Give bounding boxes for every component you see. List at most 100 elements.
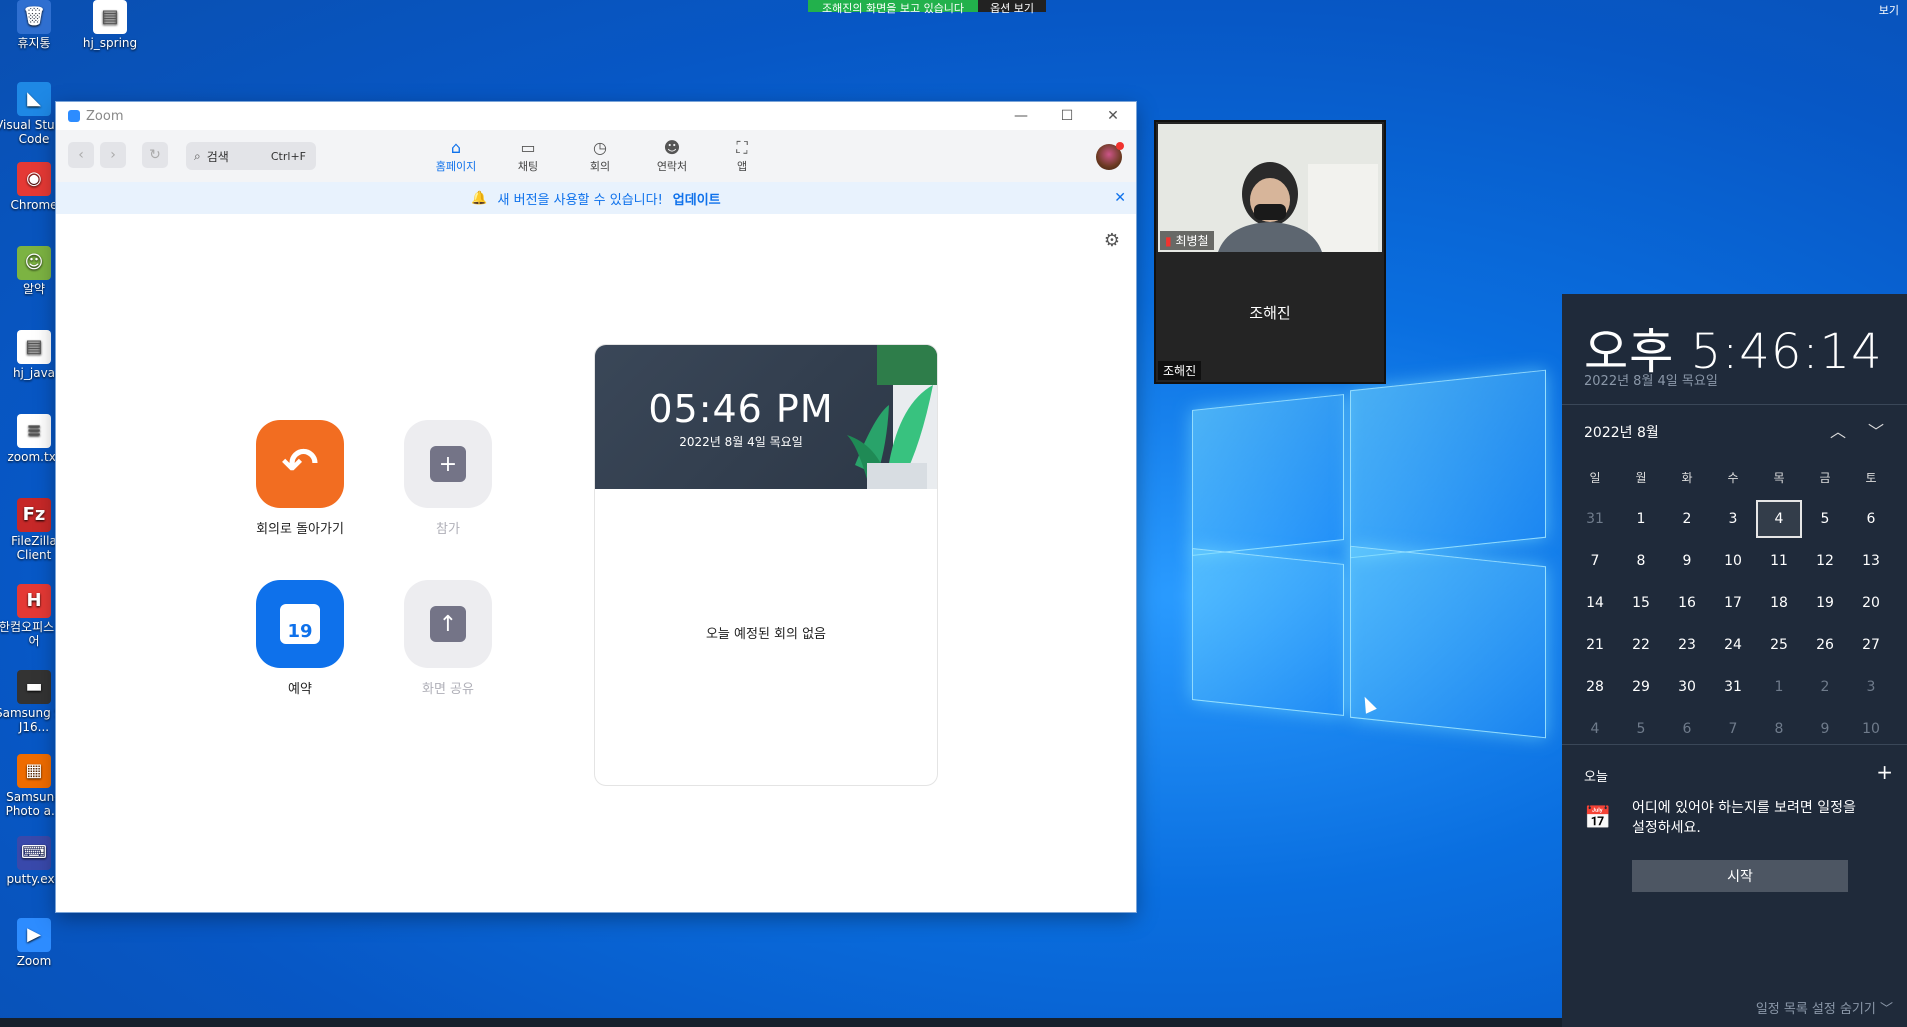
screen-share-banner: 조해진의 화면을 보고 있습니다 옵션 보기	[808, 0, 1047, 15]
weekday-label: 목	[1773, 470, 1785, 485]
calendar-week: 7 8 9 10 11 12 13	[1572, 540, 1897, 582]
calendar-day[interactable]: 20	[1848, 595, 1894, 611]
calendar-day[interactable]: 24	[1710, 637, 1756, 653]
tab-home[interactable]: ⌂ 홈페이지	[426, 138, 486, 174]
desktop-icon-image: H	[17, 584, 51, 618]
tab-clock[interactable]: ◷ 회의	[570, 138, 630, 174]
calendar-day[interactable]: 21	[1572, 637, 1618, 653]
windows-logo-pane	[1350, 545, 1546, 739]
desktop-icon-label: 휴지통	[17, 36, 51, 50]
zoom-logo-icon	[68, 110, 80, 122]
calendar-day[interactable]: 25	[1756, 637, 1802, 653]
start-button[interactable]: 시작	[1632, 860, 1848, 892]
calendar-day[interactable]: 6	[1848, 511, 1894, 527]
desktop-icon-image: ⌨	[17, 836, 51, 870]
bell-icon: 🔔	[471, 190, 488, 206]
return-to-meeting-icon: ↶	[281, 438, 319, 490]
tab-contacts[interactable]: ☻ 연락처	[642, 138, 702, 174]
desktop-icon-label: Zoom	[16, 954, 52, 968]
hide-agenda-button[interactable]: 일정 목록 설정 숨기기 ﹀	[1756, 998, 1893, 1017]
schedule-icon: 19	[280, 604, 320, 644]
tab-label: 연락처	[656, 160, 688, 173]
maximize-button[interactable]: ☐	[1044, 102, 1090, 130]
calendar-day[interactable]: 6	[1664, 721, 1710, 737]
calendar-day[interactable]: 15	[1618, 595, 1664, 611]
calendar-day[interactable]: 4	[1572, 721, 1618, 737]
tab-apps[interactable]: ⛶ 앱	[712, 138, 772, 174]
forward-icon[interactable]: ›	[100, 142, 126, 168]
calendar-day[interactable]: 23	[1664, 637, 1710, 653]
update-link[interactable]: 업데이트	[673, 189, 721, 208]
chat-icon: ▭	[520, 138, 536, 157]
desktop-icon-image: ☺	[17, 246, 51, 280]
month-title[interactable]: 2022년 8월	[1584, 422, 1659, 442]
history-icon[interactable]: ↻	[142, 142, 168, 168]
calendar-day[interactable]: 5	[1618, 721, 1664, 737]
calendar-day[interactable]: 26	[1802, 637, 1848, 653]
search-icon: ⌕	[194, 148, 201, 163]
avatar[interactable]	[1096, 142, 1124, 170]
calendar-day[interactable]: 9	[1802, 721, 1848, 737]
calendar-day[interactable]: 28	[1572, 679, 1618, 695]
calendar-day[interactable]: 14	[1572, 595, 1618, 611]
calendar-day[interactable]: 17	[1710, 595, 1756, 611]
close-icon[interactable]: ✕	[1114, 190, 1126, 206]
calendar-day[interactable]: 5	[1802, 511, 1848, 527]
windows-logo-pane	[1192, 548, 1344, 716]
notification-dot	[1116, 142, 1124, 150]
desktop-icon[interactable]: ▶ Zoom	[0, 918, 74, 968]
calendar-day[interactable]: 18	[1756, 595, 1802, 611]
view-options-button[interactable]: 옵션 보기	[978, 0, 1047, 15]
calendar-day[interactable]: 8	[1756, 721, 1802, 737]
join-button[interactable]: +	[404, 420, 492, 508]
calendar-day[interactable]: 2	[1664, 511, 1710, 527]
calendar-day[interactable]: 19	[1802, 595, 1848, 611]
meeting-card: 05:46 PM 2022년 8월 4일 목요일 오늘 예정된 회의 없음	[594, 344, 938, 786]
calendar-day[interactable]: 2	[1802, 679, 1848, 695]
calendar-day[interactable]: 3	[1848, 679, 1894, 695]
video-panel[interactable]: ▮ 최병철 조해진 조해진	[1154, 120, 1386, 384]
chevron-down-icon[interactable]: ﹀	[1868, 418, 1884, 442]
calendar-day[interactable]: 8	[1618, 553, 1664, 569]
calendar-day[interactable]: 29	[1618, 679, 1664, 695]
calendar-day[interactable]: 22	[1618, 637, 1664, 653]
search-label: 검색	[206, 149, 229, 164]
share-screen-button[interactable]: ↑	[404, 580, 492, 668]
search-input[interactable]: ⌕ 검색 Ctrl+F	[186, 142, 316, 170]
calendar-day[interactable]: 13	[1848, 553, 1894, 569]
add-event-icon[interactable]: +	[1876, 760, 1893, 784]
calendar-day[interactable]: 27	[1848, 637, 1894, 653]
tab-label: 회의	[589, 160, 611, 173]
calendar-day[interactable]: 7	[1572, 553, 1618, 569]
show-desktop-label[interactable]: 보기	[1879, 2, 1899, 18]
close-button[interactable]: ✕	[1090, 102, 1136, 130]
calendar-day[interactable]: 11	[1756, 553, 1802, 569]
calendar-day[interactable]: 10	[1848, 721, 1894, 737]
tab-label: 앱	[736, 160, 748, 173]
tab-chat[interactable]: ▭ 채팅	[498, 138, 558, 174]
calendar-day[interactable]: 31	[1710, 679, 1756, 695]
calendar-day[interactable]: 12	[1802, 553, 1848, 569]
calendar-day[interactable]: 1	[1756, 679, 1802, 695]
calendar-day[interactable]: 16	[1664, 595, 1710, 611]
calendar-day[interactable]: 10	[1710, 553, 1756, 569]
calendar-day-today[interactable]: 4	[1756, 500, 1802, 538]
desktop-icon[interactable]: ▤ hj_spring	[70, 0, 150, 50]
weekday-label: 금	[1819, 470, 1831, 485]
calendar-day[interactable]: 31	[1572, 511, 1618, 527]
calendar-day[interactable]: 7	[1710, 721, 1756, 737]
schedule-button[interactable]: 19	[256, 580, 344, 668]
desktop-icon[interactable]: 🗑 휴지통	[0, 0, 74, 50]
calendar-day[interactable]: 3	[1710, 511, 1756, 527]
chevron-up-icon[interactable]: ︿	[1830, 418, 1846, 442]
minimize-button[interactable]: —	[998, 102, 1044, 130]
calendar-day[interactable]: 9	[1664, 553, 1710, 569]
gear-icon[interactable]: ⚙	[1104, 230, 1120, 251]
calendar-grid: 일 월 화 수 목 금 토 31 1 2 3 4 5 6 7 8 9 10 11 12 13 14 15 16 17 18 19 20…	[1572, 456, 1897, 750]
current-date[interactable]: 2022년 8월 4일 목요일	[1584, 370, 1718, 389]
back-icon[interactable]: ‹	[68, 142, 94, 168]
return-to-meeting-button[interactable]: ↶	[256, 420, 344, 508]
calendar-day[interactable]: 1	[1618, 511, 1664, 527]
calendar-day[interactable]: 30	[1664, 679, 1710, 695]
clock-icon: ◷	[593, 138, 607, 157]
